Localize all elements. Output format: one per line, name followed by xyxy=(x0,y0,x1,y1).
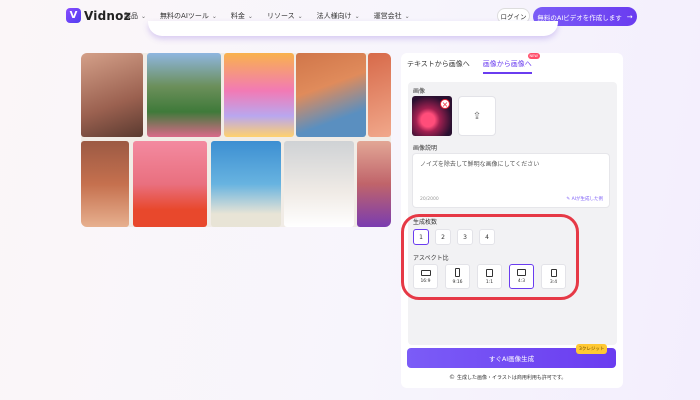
commercial-use-notice: © 生成した画像・イラストは商用利用も許可です。 xyxy=(449,374,567,381)
tab-text-to-image[interactable]: テキストから画像へ xyxy=(407,59,470,74)
redhead-woman-image xyxy=(296,53,366,137)
description-text: ノイズを除去して鮮明な画像にしてください xyxy=(420,161,540,168)
chevron-down-icon: ⌄ xyxy=(247,12,253,20)
logo-mark: V xyxy=(66,8,81,23)
menu-products[interactable]: 製品 ⌄ xyxy=(124,11,146,21)
highlight-annotation xyxy=(401,214,579,300)
menu-company[interactable]: 運営会社 ⌄ xyxy=(374,11,410,21)
smiling-woman-image xyxy=(357,141,391,227)
description-input[interactable]: ノイズを除去して鮮明な画像にしてください 20/2000 ✎ AIが生成した例 xyxy=(412,153,610,208)
candy-castle-image xyxy=(224,53,294,137)
woman-side-image xyxy=(368,53,391,137)
ai-generate-example-link[interactable]: ✎ AIが生成した例 xyxy=(566,196,603,202)
baby-image xyxy=(284,141,354,227)
sample-gallery xyxy=(81,53,391,227)
couple-kiss-image xyxy=(81,141,129,227)
landscape-flowers-image xyxy=(147,53,221,137)
fashion-woman-image xyxy=(133,141,207,227)
upload-image-button[interactable]: ⇪ xyxy=(458,96,496,136)
menu-free-ai-tools[interactable]: 無料のAIツール ⌄ xyxy=(160,11,217,21)
copyright-icon: © xyxy=(449,374,455,381)
chevron-down-icon: ⌄ xyxy=(211,12,217,20)
menu-business[interactable]: 法人様向け ⌄ xyxy=(317,11,360,21)
portrait-woman-image xyxy=(81,53,143,137)
main-menu: 製品 ⌄ 無料のAIツール ⌄ 料金 ⌄ リソース ⌄ 法人様向け ⌄ 運営会社 ⌄ xyxy=(124,11,424,21)
close-icon[interactable]: × xyxy=(440,99,450,109)
chevron-down-icon: ⌄ xyxy=(404,12,410,20)
logo[interactable]: V Vidnoz xyxy=(66,8,131,23)
image-label: 画像 xyxy=(413,88,426,95)
tab-image-to-image[interactable]: 画像から画像へ NEW xyxy=(482,53,540,74)
chevron-down-icon: ⌄ xyxy=(141,12,147,20)
menu-resources[interactable]: リソース ⌄ xyxy=(267,11,303,21)
arrow-right-icon: → xyxy=(626,12,633,21)
chevron-down-icon: ⌄ xyxy=(354,12,360,20)
chevron-down-icon: ⌄ xyxy=(297,12,303,20)
mode-tabs: テキストから画像へ 画像から画像へ NEW xyxy=(407,53,545,74)
menu-pricing[interactable]: 料金 ⌄ xyxy=(231,11,253,21)
credit-badge: 3クレジット xyxy=(576,344,608,354)
dancer-woman-image xyxy=(211,141,281,227)
dropdown-shadow xyxy=(148,21,558,36)
upload-icon: ⇪ xyxy=(472,110,482,122)
new-badge: NEW xyxy=(527,53,540,59)
description-label: 画像説明 xyxy=(413,145,438,152)
char-count: 20/2000 xyxy=(420,197,439,202)
